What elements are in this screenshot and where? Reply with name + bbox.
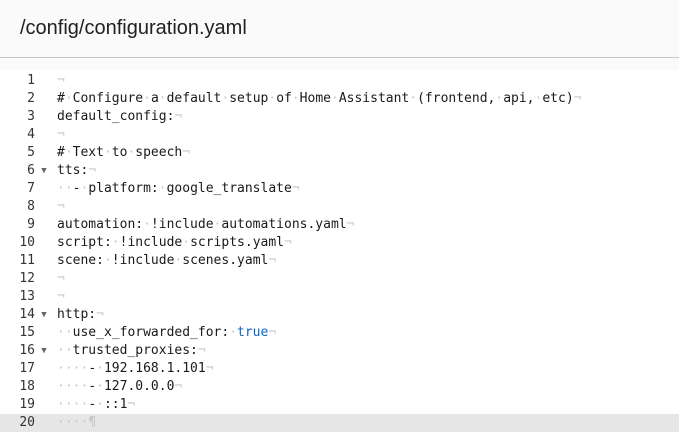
fold-toggle-icon[interactable]: ▼ <box>39 162 49 180</box>
code-line[interactable]: 20 ····¶ <box>0 414 679 432</box>
line-number: 2 <box>27 91 35 106</box>
code-line[interactable]: 8 ¬ <box>0 198 679 216</box>
code-line[interactable]: 3 default_config:¬ <box>0 108 679 126</box>
code-line[interactable]: 2 #·Configure·a·default·setup·of·Home·Ass… <box>0 90 679 108</box>
code-line-text: script:·!include·scripts.yaml¬ <box>57 235 292 250</box>
code-line[interactable]: 14 ▼ http:¬ <box>0 306 679 324</box>
code-line-text: default_config:¬ <box>57 109 183 124</box>
code-line-text: ····-·127.0.0.0¬ <box>57 379 183 394</box>
code-line[interactable]: 5 #·Text·to·speech¬ <box>0 144 679 162</box>
line-number: 15 <box>19 325 35 340</box>
line-number: 13 <box>19 289 35 304</box>
code-line-text: http:¬ <box>57 307 104 322</box>
line-number: 6 <box>27 163 35 178</box>
code-line-text: ··trusted_proxies:¬ <box>57 343 206 358</box>
code-line-text: #·Text·to·speech¬ <box>57 145 191 160</box>
code-line[interactable]: 15 ··use_x_forwarded_for:·true¬ <box>0 324 679 342</box>
code-line-text: ¬ <box>57 271 65 286</box>
code-line-text: automation:·!include·automations.yaml¬ <box>57 217 355 232</box>
line-number: 16 <box>19 343 35 358</box>
line-number: 1 <box>27 73 35 88</box>
line-number: 17 <box>19 361 35 376</box>
code-line[interactable]: 7 ··-·platform:·google_translate¬ <box>0 180 679 198</box>
code-line-text: scene:·!include·scenes.yaml¬ <box>57 253 277 268</box>
code-line-text: ¬ <box>57 289 65 304</box>
code-line[interactable]: 18 ····-·127.0.0.0¬ <box>0 378 679 396</box>
fold-toggle-icon[interactable]: ▼ <box>39 306 49 324</box>
code-line-text: tts:¬ <box>57 163 97 178</box>
line-number: 8 <box>27 199 35 214</box>
code-line[interactable]: 12 ¬ <box>0 270 679 288</box>
line-number: 3 <box>27 109 35 124</box>
line-number: 14 <box>19 307 35 322</box>
code-line-text: ··-·platform:·google_translate¬ <box>57 181 300 196</box>
line-number: 5 <box>27 145 35 160</box>
code-line-text: ¬ <box>57 73 65 88</box>
line-number: 18 <box>19 379 35 394</box>
code-line[interactable]: 19 ····-·::1¬ <box>0 396 679 414</box>
line-number: 11 <box>19 253 35 268</box>
code-line[interactable]: 17 ····-·192.168.1.101¬ <box>0 360 679 378</box>
code-line-text: ¬ <box>57 127 65 142</box>
file-path-title: /config/configuration.yaml <box>20 17 247 39</box>
code-line[interactable]: 9 automation:·!include·automations.yaml¬ <box>0 216 679 234</box>
editor-header: /config/configuration.yaml <box>0 0 679 58</box>
fold-toggle-icon[interactable]: ▼ <box>39 342 49 360</box>
line-number: 4 <box>27 127 35 142</box>
line-number: 19 <box>19 397 35 412</box>
code-line-text: ····-·192.168.1.101¬ <box>57 361 214 376</box>
code-line[interactable]: 11 scene:·!include·scenes.yaml¬ <box>0 252 679 270</box>
code-line-text: #·Configure·a·default·setup·of·Home·Assi… <box>57 91 582 106</box>
code-line[interactable]: 16 ▼ ··trusted_proxies:¬ <box>0 342 679 360</box>
code-line-text: ····-·::1¬ <box>57 397 136 412</box>
code-line[interactable]: 10 script:·!include·scripts.yaml¬ <box>0 234 679 252</box>
code-line[interactable]: 1 ¬ <box>0 72 679 90</box>
code-line-text: ¬ <box>57 199 65 214</box>
line-number: 7 <box>27 181 35 196</box>
code-editor[interactable]: 1 ¬ 2 #·Configure·a·default·setup·of·Home·A… <box>0 70 679 447</box>
header-divider <box>0 57 679 58</box>
code-line-text: ··use_x_forwarded_for:·true¬ <box>57 325 277 340</box>
line-number: 10 <box>19 235 35 250</box>
line-number: 9 <box>27 217 35 232</box>
code-line-text: ····¶ <box>57 415 97 430</box>
line-number: 20 <box>19 415 35 430</box>
line-number: 12 <box>19 271 35 286</box>
code-line[interactable]: 4 ¬ <box>0 126 679 144</box>
code-line[interactable]: 13 ¬ <box>0 288 679 306</box>
code-line[interactable]: 6 ▼ tts:¬ <box>0 162 679 180</box>
